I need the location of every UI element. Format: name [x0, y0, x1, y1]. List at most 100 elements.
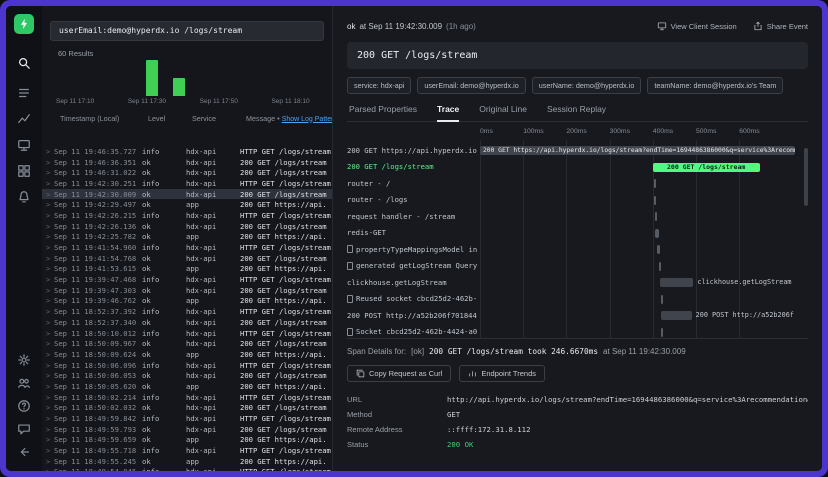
trace-span-row[interactable]: redis-GET — [347, 225, 808, 242]
row-expand-chevron[interactable]: > — [42, 425, 54, 434]
help-icon[interactable] — [15, 397, 33, 415]
trace-span-row[interactable]: propertyTypeMappingsModel init — [347, 241, 808, 258]
trace-span-bar[interactable] — [654, 195, 657, 205]
tab-trace[interactable]: Trace — [437, 104, 460, 122]
trace-span-row[interactable]: 200 POST http://a52b206f701844a4 200 POST… — [347, 307, 808, 324]
property-chip[interactable]: userEmail: demo@hyperdx.io — [417, 77, 526, 94]
hyperdx-logo[interactable] — [14, 14, 34, 34]
row-expand-chevron[interactable]: > — [42, 307, 54, 316]
row-expand-chevron[interactable]: > — [42, 168, 54, 177]
trace-span-row[interactable]: request handler - /stream — [347, 208, 808, 225]
log-row[interactable]: > Sep 11 18:49:59.842 info hdx-api HTTP GET … — [42, 413, 332, 424]
row-expand-chevron[interactable]: > — [42, 435, 54, 444]
log-row[interactable]: > Sep 11 18:50:06.096 info hdx-api HTTP GET … — [42, 360, 332, 371]
row-expand-chevron[interactable]: > — [42, 467, 54, 471]
trace-span-row[interactable]: 200 GET /logs/stream 200 GET /logs/stream — [347, 159, 808, 176]
log-row[interactable]: > Sep 11 18:49:59.659 ok app 200 GET https:/… — [42, 435, 332, 446]
log-row[interactable]: > Sep 11 19:39:47.468 info hdx-api HTTP GET … — [42, 274, 332, 285]
row-expand-chevron[interactable]: > — [42, 147, 54, 156]
trace-span-row[interactable]: clickhouse.getLogStream clickhouse.getLog… — [347, 274, 808, 291]
row-expand-chevron[interactable]: > — [42, 232, 54, 241]
log-row[interactable]: > Sep 11 18:52:37.340 ok hdx-api 200 GET /lo… — [42, 317, 332, 328]
log-row[interactable]: > Sep 11 18:50:06.053 ok hdx-api 200 GET /lo… — [42, 370, 332, 381]
trace-span-bar[interactable] — [659, 278, 694, 287]
trace-span-row[interactable]: router - /logs — [347, 192, 808, 209]
log-row[interactable]: > Sep 11 19:42:30.009 ok hdx-api 200 GET /lo… — [42, 188, 332, 200]
row-expand-chevron[interactable]: > — [42, 329, 54, 338]
alerts-bell-icon[interactable] — [15, 188, 33, 206]
chart-icon[interactable] — [15, 110, 33, 128]
trace-span-row[interactable]: 200 GET https://api.hyperdx.io/logs/stre… — [347, 142, 808, 159]
log-row[interactable]: > Sep 11 19:39:47.303 ok hdx-api 200 GET /lo… — [42, 285, 332, 296]
row-expand-chevron[interactable]: > — [42, 371, 54, 380]
log-row[interactable]: > Sep 11 19:42:30.251 info hdx-api HTTP GET … — [42, 178, 332, 189]
trace-span-row[interactable]: router - / — [347, 175, 808, 192]
log-row[interactable]: > Sep 11 19:46:35.727 info hdx-api HTTP GET … — [42, 146, 332, 157]
trace-span-bar[interactable] — [660, 311, 692, 320]
row-expand-chevron[interactable]: > — [42, 457, 54, 466]
show-log-patterns-link[interactable]: Show Log Patterns — [282, 116, 332, 123]
trace-span-bar[interactable] — [653, 179, 656, 188]
copy-request-as-curl-button[interactable]: Copy Request as Curl — [347, 365, 452, 382]
trace-span-bar[interactable] — [657, 245, 660, 254]
endpoint-trends-button[interactable]: Endpoint Trends — [459, 365, 545, 382]
tab-original-line[interactable]: Original Line — [479, 104, 527, 114]
trace-span-bar[interactable]: 200 GET /logs/stream — [652, 162, 760, 172]
search-input[interactable] — [50, 20, 324, 41]
log-row[interactable]: > Sep 11 19:46:36.351 ok hdx-api 200 GET /lo… — [42, 157, 332, 168]
log-row[interactable]: > Sep 11 18:50:05.620 ok app 200 GET https:/… — [42, 381, 332, 392]
log-row[interactable]: >Sep 11 18:49:54.046infohdx-apiHTTP GET … — [42, 467, 332, 471]
share-event-button[interactable]: Share Event — [753, 21, 808, 31]
feedback-chat-icon[interactable] — [15, 420, 33, 438]
row-expand-chevron[interactable]: > — [42, 350, 54, 359]
log-row[interactable]: > Sep 11 18:50:09.624 ok app 200 GET https:/… — [42, 349, 332, 360]
log-row[interactable]: > Sep 11 18:50:02.032 ok hdx-api 200 GET /lo… — [42, 403, 332, 414]
trace-span-bar[interactable] — [654, 212, 657, 221]
trace-span-bar[interactable] — [660, 294, 663, 304]
row-expand-chevron[interactable]: > — [42, 179, 54, 188]
log-row[interactable]: > Sep 11 19:39:46.762 ok app 200 GET https:/… — [42, 296, 332, 307]
row-expand-chevron[interactable]: > — [42, 286, 54, 295]
service-health-icon[interactable] — [15, 136, 33, 154]
tab-parsed-properties[interactable]: Parsed Properties — [349, 104, 417, 114]
trace-span-row[interactable]: Reused socket cbcd25d2-462b-44 — [347, 291, 808, 308]
row-expand-chevron[interactable]: > — [42, 382, 54, 391]
settings-gear-icon[interactable] — [15, 351, 33, 369]
row-expand-chevron[interactable]: > — [42, 200, 54, 209]
row-expand-chevron[interactable]: > — [42, 254, 54, 263]
log-row[interactable]: > Sep 11 18:49:59.793 ok hdx-api 200 GET /lo… — [42, 424, 332, 435]
row-expand-chevron[interactable]: > — [42, 275, 54, 284]
logs-icon[interactable] — [15, 84, 33, 102]
row-expand-chevron[interactable]: > — [42, 393, 54, 402]
log-row[interactable]: > Sep 11 18:52:37.392 info hdx-api HTTP GET … — [42, 306, 332, 317]
trace-span-bar[interactable] — [659, 261, 662, 271]
team-icon[interactable] — [15, 374, 33, 392]
row-expand-chevron[interactable]: > — [42, 361, 54, 370]
property-chip[interactable]: service: hdx-api — [347, 77, 412, 94]
log-row[interactable]: > Sep 11 18:50:10.012 info hdx-api HTTP GET … — [42, 328, 332, 339]
row-expand-chevron[interactable]: > — [42, 190, 54, 199]
trace-scrollbar[interactable] — [804, 148, 808, 206]
trace-span-bar[interactable] — [655, 228, 659, 238]
trace-span-bar[interactable]: 200 GET https://api.hyperdx.io/logs/stre… — [480, 146, 796, 155]
log-row[interactable]: > Sep 11 18:49:55.245 ok app 200 GET https:/… — [42, 456, 332, 467]
row-expand-chevron[interactable]: > — [42, 296, 54, 305]
tab-session-replay[interactable]: Session Replay — [547, 104, 606, 114]
row-expand-chevron[interactable]: > — [42, 414, 54, 423]
row-expand-chevron[interactable]: > — [42, 243, 54, 252]
row-expand-chevron[interactable]: > — [42, 158, 54, 167]
row-expand-chevron[interactable]: > — [42, 222, 54, 231]
row-expand-chevron[interactable]: > — [42, 264, 54, 273]
log-row[interactable]: > Sep 11 19:41:53.615 ok app 200 GET https:/… — [42, 264, 332, 275]
log-row[interactable]: > Sep 11 18:50:02.214 info hdx-api HTTP GET … — [42, 392, 332, 403]
log-row[interactable]: > Sep 11 18:50:09.967 ok hdx-api 200 GET /lo… — [42, 338, 332, 349]
log-row[interactable]: > Sep 11 19:41:54.960 info hdx-api HTTP GET … — [42, 242, 332, 253]
row-expand-chevron[interactable]: > — [42, 211, 54, 220]
row-expand-chevron[interactable]: > — [42, 318, 54, 327]
row-expand-chevron[interactable]: > — [42, 403, 54, 412]
property-chip[interactable]: userName: demo@hyperdx.io — [531, 77, 642, 94]
view-client-session-button[interactable]: View Client Session — [657, 21, 737, 31]
log-row[interactable]: > Sep 11 19:42:29.497 ok app 200 GET https:/… — [42, 199, 332, 210]
row-expand-chevron[interactable]: > — [42, 339, 54, 348]
collapse-sidebar-icon[interactable] — [15, 443, 33, 461]
